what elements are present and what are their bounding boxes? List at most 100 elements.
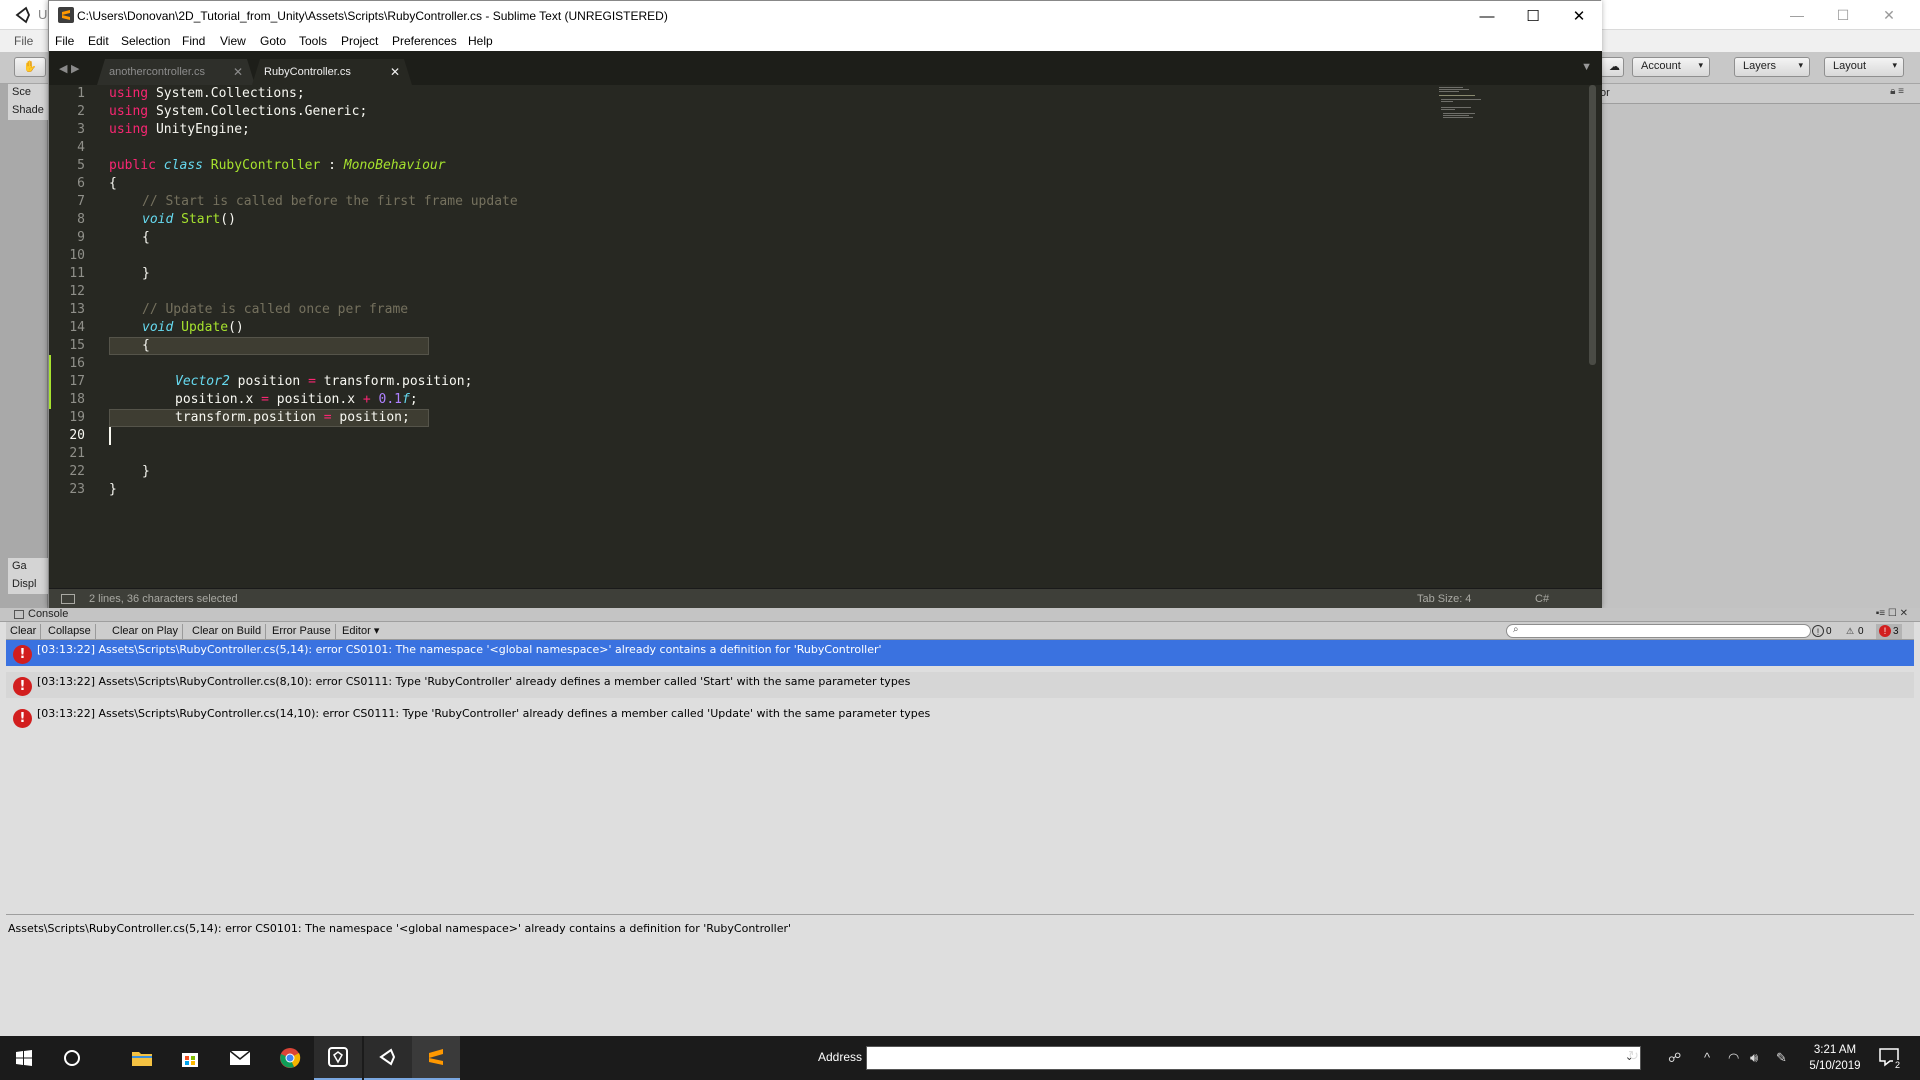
layout-dropdown[interactable]: Layout ▾ — [1824, 57, 1904, 77]
minimize-button[interactable]: — — [1464, 1, 1510, 31]
cortana-button[interactable] — [48, 1036, 96, 1080]
console-tab[interactable]: Console — [12, 608, 68, 622]
code-editor[interactable]: 1 2 3 4 5 6 7 8 9 10 11 12 13 14 15 16 17 18 19 20 21 22 23 us… — [49, 85, 1602, 588]
tab-list-dropdown-icon[interactable]: ▼ — [1581, 61, 1592, 73]
display-dropdown[interactable]: Displ — [8, 576, 48, 594]
menu-goto[interactable]: Goto — [260, 34, 286, 48]
syntax-status[interactable]: C# — [1535, 593, 1549, 605]
tab-anothercontroller[interactable]: anothercontroller.cs ✕ — [97, 59, 255, 85]
close-button[interactable]: ✕ — [1556, 1, 1602, 31]
console-log-list[interactable]: ! [03:13:22] Assets\Scripts\RubyControll… — [6, 640, 1914, 910]
notifications-button[interactable]: 2 — [1878, 1046, 1902, 1070]
hand-icon: ✋ — [23, 61, 37, 73]
collapse-button[interactable]: Collapse — [44, 624, 96, 639]
game-tab[interactable]: Ga — [8, 558, 48, 576]
error-icon: ! — [1879, 625, 1891, 638]
line-number: 14 — [69, 320, 85, 335]
shaded-dropdown[interactable]: Shade — [8, 102, 48, 120]
info-count-toggle[interactable]: ! 0 — [1812, 624, 1832, 639]
menu-tools[interactable]: Tools — [299, 34, 327, 48]
layers-dropdown[interactable]: Layers ▾ — [1734, 57, 1810, 77]
sublime-menu-bar: File Edit Selection Find View Goto Tools… — [49, 31, 1602, 51]
start-button[interactable] — [0, 1036, 48, 1080]
tab-forward-icon[interactable]: ▶ — [71, 62, 79, 75]
code-line-17: Vector2 position = transform.position; — [175, 374, 473, 389]
menu-selection[interactable]: Selection — [121, 34, 170, 48]
editor-dropdown[interactable]: Editor ▾ — [338, 624, 383, 639]
menu-preferences[interactable]: Preferences — [392, 34, 457, 48]
menu-file[interactable]: File — [55, 34, 74, 48]
code-line-22: } — [109, 482, 117, 497]
tab-rubycontroller[interactable]: RubyController.cs ✕ — [252, 59, 412, 85]
taskbar-clock[interactable]: 3:21 AM 5/10/2019 — [1800, 1042, 1870, 1074]
address-input[interactable]: ⌄ — [866, 1046, 1641, 1070]
log-message: [03:13:22] Assets\Scripts\RubyController… — [37, 675, 911, 688]
warning-icon: ⚠ — [1845, 626, 1855, 637]
error-count-toggle[interactable]: ! 3 — [1876, 624, 1902, 639]
account-dropdown[interactable]: Account ▾ — [1632, 57, 1710, 77]
line-number: 3 — [77, 122, 85, 137]
cloud-button[interactable]: ☁ — [1600, 57, 1624, 77]
hand-tool-button[interactable]: ✋ — [14, 57, 46, 77]
people-icon[interactable]: ☍ — [1668, 1050, 1681, 1066]
selection-status: 2 lines, 36 characters selected — [89, 593, 238, 605]
error-pause-button[interactable]: Error Pause — [268, 624, 336, 639]
layers-label: Layers — [1743, 60, 1777, 72]
taskbar-sublime-text[interactable] — [412, 1036, 460, 1080]
sublime-window: C:\Users\Donovan\2D_Tutorial_from_Unity\… — [48, 0, 1602, 609]
log-entry[interactable]: ! [03:13:22] Assets\Scripts\RubyControll… — [6, 704, 1914, 730]
log-entry[interactable]: ! [03:13:22] Assets\Scripts\RubyControll… — [6, 640, 1914, 666]
clear-on-build-button[interactable]: Clear on Build — [188, 624, 267, 639]
taskbar-unity-hub[interactable] — [314, 1036, 362, 1080]
code-line-18: position.x = position.x + 0.1f; — [175, 392, 418, 407]
menu-find[interactable]: Find — [182, 34, 205, 48]
tab-close-icon[interactable]: ✕ — [233, 65, 243, 79]
tab-close-icon[interactable]: ✕ — [390, 65, 400, 79]
windows-icon — [16, 1050, 32, 1066]
menu-help[interactable]: Help — [468, 34, 493, 48]
error-icon: ! — [13, 677, 32, 696]
unity-close-button[interactable]: ✕ — [1866, 0, 1912, 30]
console-search-input[interactable]: ⌕ — [1506, 624, 1811, 638]
menu-edit[interactable]: Edit — [88, 34, 109, 48]
vertical-scrollbar[interactable] — [1589, 85, 1596, 365]
volume-icon[interactable]: 🔊︎ — [1750, 1050, 1758, 1066]
panel-controls[interactable]: ▪≡ ☐ ✕ — [1876, 608, 1908, 619]
scene-tab[interactable]: Sce — [8, 84, 48, 102]
tab-size-status[interactable]: Tab Size: 4 — [1417, 593, 1471, 605]
unity-title-text: U — [38, 7, 48, 22]
line-number: 9 — [77, 230, 85, 245]
wifi-icon[interactable]: ◠ — [1728, 1050, 1739, 1066]
taskbar-store[interactable] — [166, 1036, 214, 1080]
menu-project[interactable]: Project — [341, 34, 378, 48]
pen-icon[interactable]: ✎ — [1776, 1050, 1787, 1066]
clear-button[interactable]: Clear — [6, 624, 42, 639]
code-line-8: void Start() — [142, 212, 236, 227]
refresh-icon[interactable]: ↻ — [1628, 1048, 1639, 1064]
clock-time: 3:21 AM — [1813, 1044, 1857, 1056]
line-number: 2 — [77, 104, 85, 119]
chevron-up-icon[interactable]: ^ — [1704, 1050, 1710, 1065]
taskbar-unity-editor[interactable] — [364, 1036, 412, 1080]
maximize-button[interactable]: ☐ — [1510, 1, 1556, 31]
tab-back-icon[interactable]: ◀ — [59, 62, 67, 75]
console-toolbar: Clear Collapse Clear on Play Clear on Bu… — [6, 622, 1914, 640]
log-entry[interactable]: ! [03:13:22] Assets\Scripts\RubyControll… — [6, 672, 1914, 698]
unity-menu-file[interactable]: File — [14, 34, 33, 48]
code-line-5: public class RubyController : MonoBehavi… — [109, 158, 446, 173]
unity-minimize-button[interactable]: — — [1774, 0, 1820, 30]
minimap[interactable] — [1439, 85, 1499, 145]
taskbar-mail[interactable] — [216, 1036, 264, 1080]
taskbar-chrome[interactable] — [266, 1036, 314, 1080]
unity-maximize-button[interactable]: ☐ — [1820, 0, 1866, 30]
panel-switcher-icon[interactable] — [61, 594, 75, 604]
clear-on-play-button[interactable]: Clear on Play — [108, 624, 184, 639]
menu-view[interactable]: View — [220, 34, 246, 48]
sublime-tab-bar: ◀ ▶ anothercontroller.cs ✕ RubyControlle… — [49, 51, 1602, 85]
warning-count-toggle[interactable]: ⚠ 0 — [1844, 624, 1864, 639]
console-icon — [14, 610, 24, 619]
chrome-icon — [280, 1048, 301, 1068]
taskbar-file-explorer[interactable] — [118, 1036, 166, 1080]
code-line-3: using UnityEngine; — [109, 122, 250, 137]
lock-icon[interactable]: 🔒︎ ≡ — [1890, 86, 1904, 97]
